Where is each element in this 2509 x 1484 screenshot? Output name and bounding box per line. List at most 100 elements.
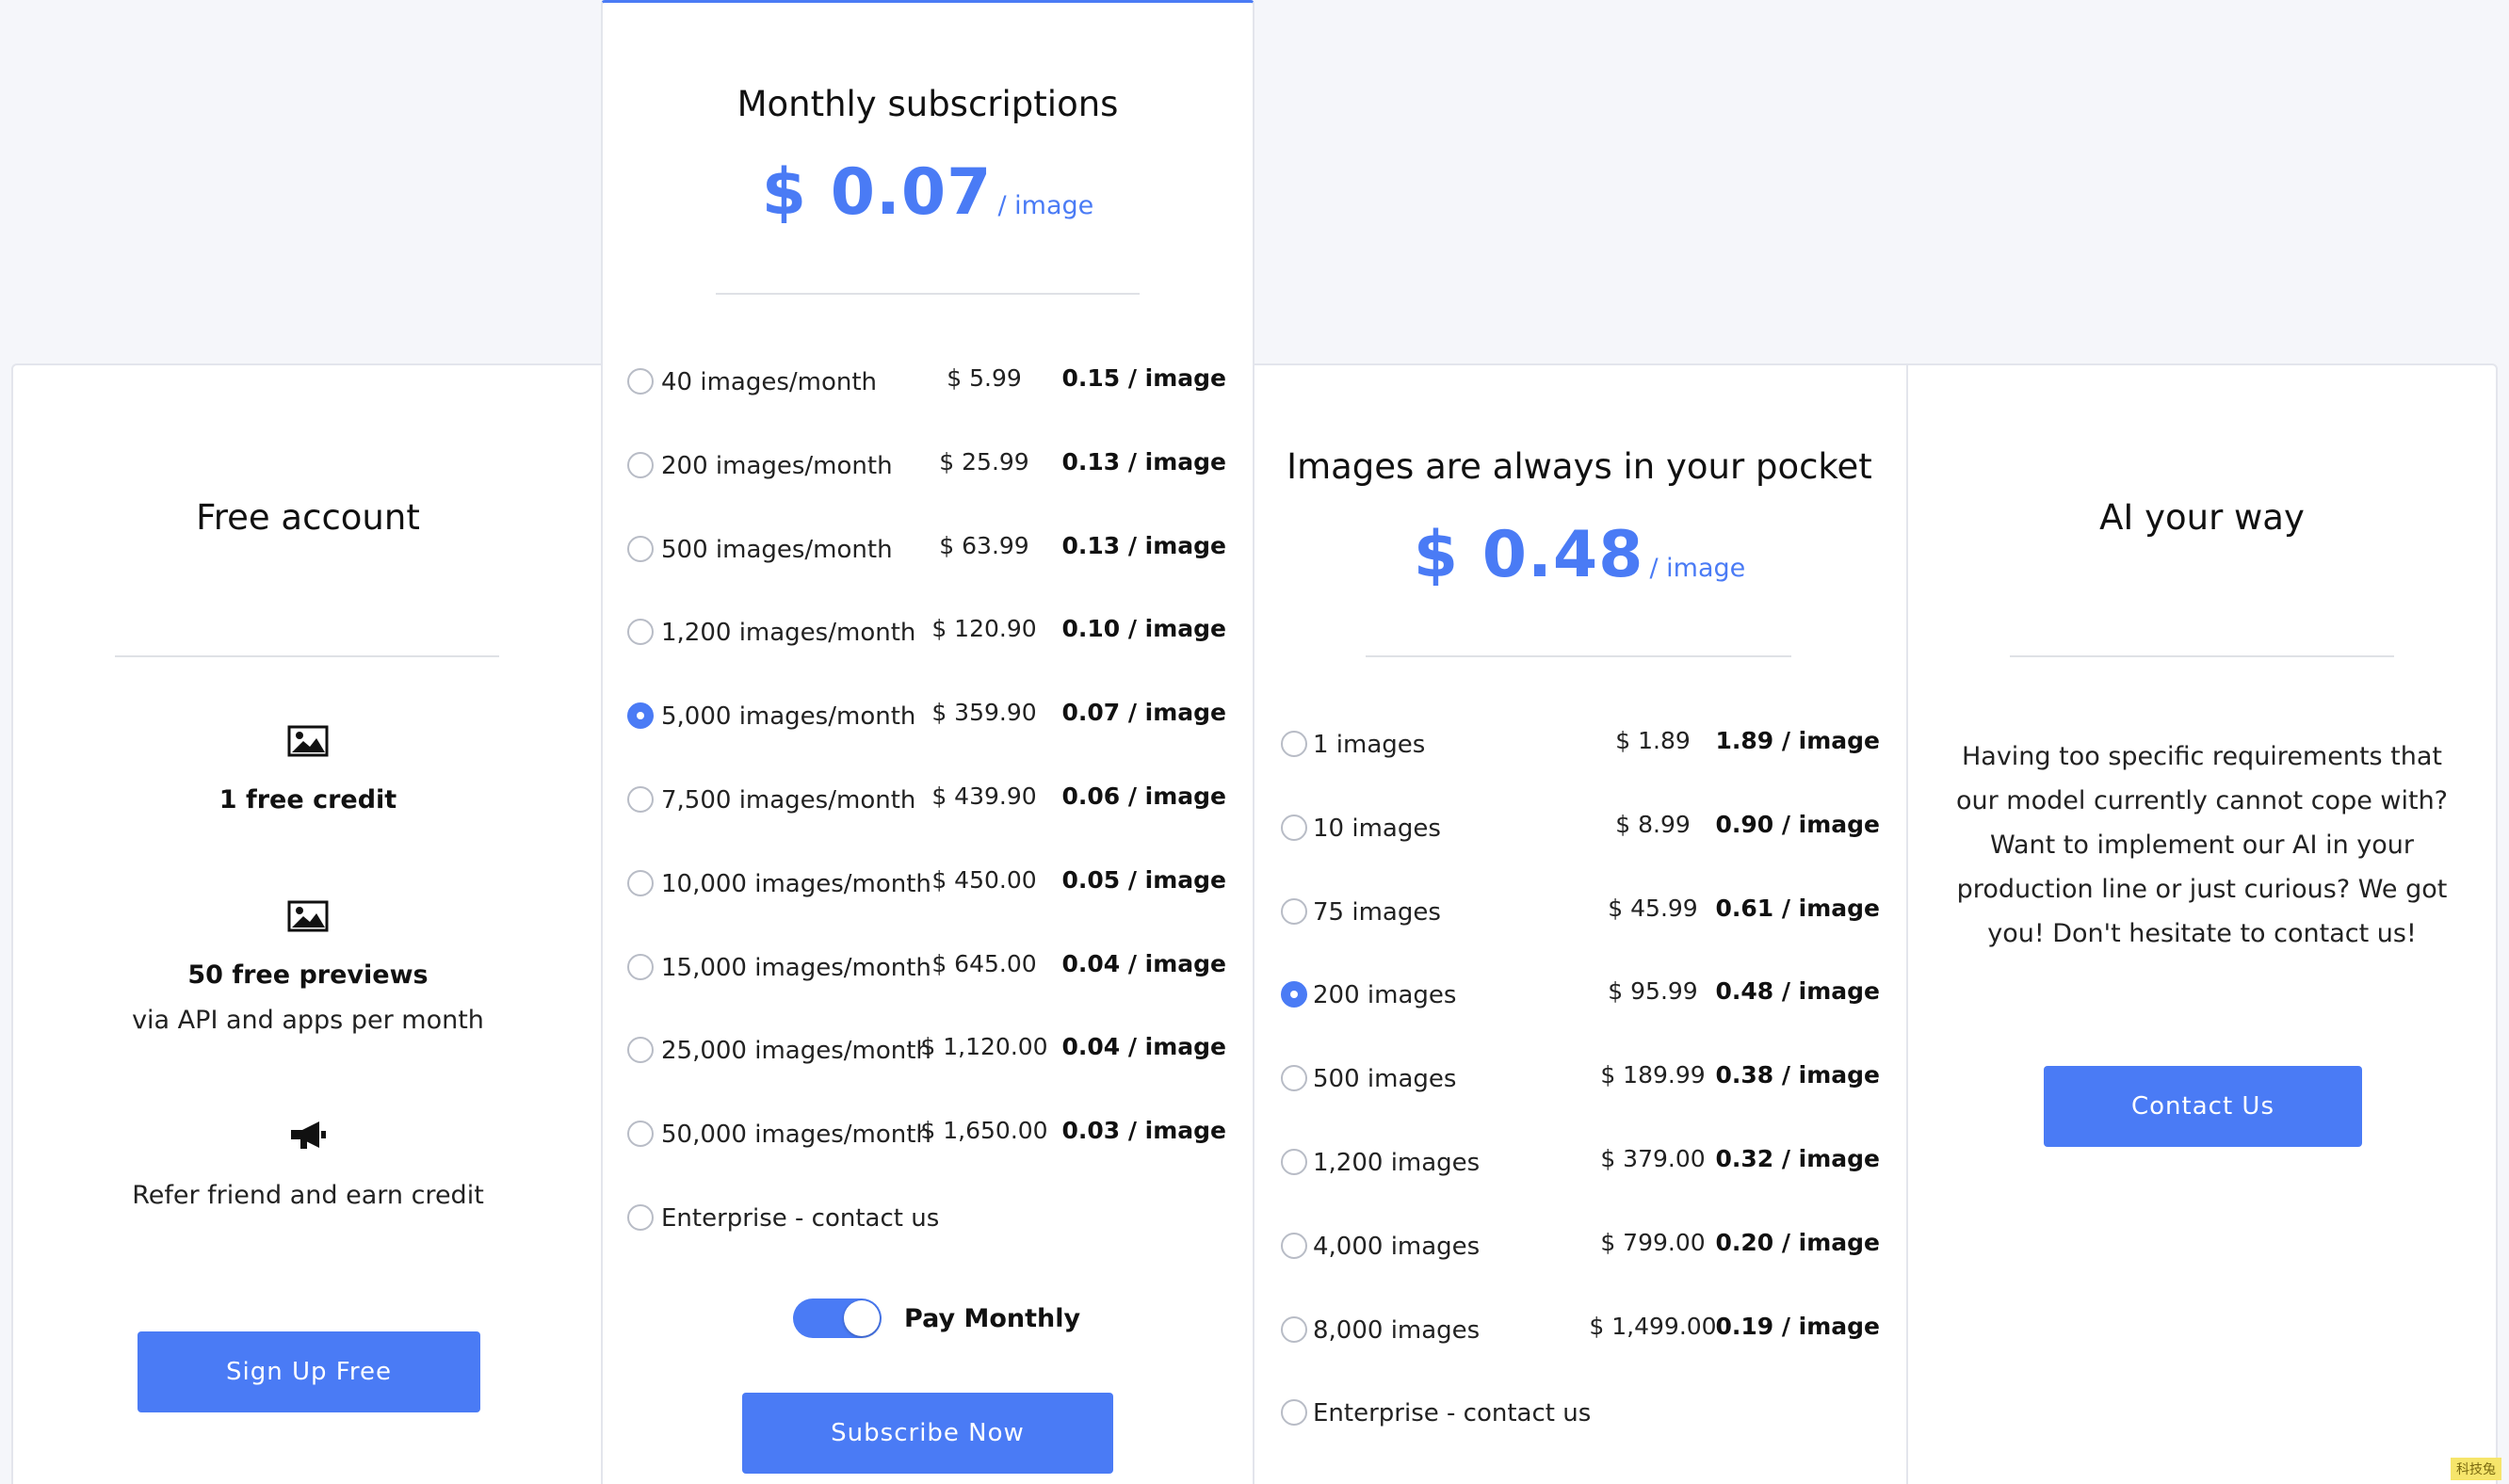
plan-per-image: 0.90 / image (1715, 810, 1880, 838)
plan-label: 50,000 images/month (661, 1121, 931, 1150)
payg-divider (1366, 655, 1791, 657)
plan-label: 10,000 images/month (661, 869, 931, 898)
plan-per-image: 0.06 / image (1061, 782, 1226, 810)
plan-label: Enterprise - contact us (1313, 1399, 1592, 1428)
subscribe-now-button[interactable]: Subscribe Now (742, 1393, 1113, 1474)
plan-radio[interactable] (627, 869, 654, 896)
free-account-card: Free account 1 free credit 50 free previ… (11, 363, 603, 1484)
plan-label: 200 images/month (661, 451, 893, 480)
plan-label: 25,000 images/month (661, 1037, 931, 1066)
plan-label: 10 images (1313, 814, 1441, 843)
plan-per-image: 0.20 / image (1715, 1228, 1880, 1256)
plan-price: $ 63.99 (939, 531, 1029, 559)
plan-option-row[interactable]: 1,200 images $ 379.00 0.32 / image (1253, 1145, 1906, 1205)
plan-option-row[interactable]: 500 images/month $ 63.99 0.13 / image (603, 532, 1253, 592)
plan-price: $ 95.99 (1608, 977, 1698, 1006)
plan-per-image: 0.03 / image (1061, 1117, 1226, 1145)
plan-price: $ 1,499.00 (1589, 1312, 1717, 1340)
plan-label: 75 images (1313, 897, 1441, 927)
plan-per-image: 1.89 / image (1715, 727, 1880, 754)
free-credit-text: 1 free credit (219, 785, 397, 815)
plan-radio[interactable] (1281, 1232, 1307, 1259)
image-icon (287, 725, 329, 757)
plan-option-row[interactable]: 8,000 images $ 1,499.00 0.19 / image (1253, 1312, 1906, 1373)
plan-per-image: 0.61 / image (1715, 894, 1880, 922)
ai-title: AI your way (2099, 497, 2305, 538)
ai-divider (2010, 655, 2394, 657)
plan-option-row[interactable]: Enterprise - contact us (603, 1204, 1253, 1261)
payg-price: $ 0.48/ image (1253, 518, 1906, 592)
plan-option-row[interactable]: 500 images $ 189.99 0.38 / image (1253, 1061, 1906, 1121)
sign-up-free-button[interactable]: Sign Up Free (138, 1331, 480, 1412)
contact-us-button[interactable]: Contact Us (2044, 1066, 2362, 1147)
plan-per-image: 0.10 / image (1061, 615, 1226, 643)
plan-option-row[interactable]: 10,000 images/month $ 450.00 0.05 / image (603, 866, 1253, 927)
plan-per-image: 0.07 / image (1061, 699, 1226, 727)
image-icon (287, 900, 329, 932)
pay-monthly-toggle[interactable] (793, 1298, 882, 1338)
payg-price-value: $ 0.48 (1413, 518, 1644, 592)
plan-radio[interactable] (627, 619, 654, 646)
plan-per-image: 0.13 / image (1061, 447, 1226, 476)
plan-radio[interactable] (1281, 1315, 1307, 1343)
plan-radio[interactable] (627, 1204, 654, 1231)
plan-radio[interactable] (1281, 814, 1307, 841)
plan-price: $ 1.89 (1615, 727, 1691, 754)
plan-price: $ 450.00 (931, 865, 1037, 894)
plan-radio[interactable] (627, 368, 654, 395)
plan-label: 1,200 images (1313, 1149, 1481, 1177)
plan-per-image: 0.38 / image (1715, 1061, 1880, 1089)
monthly-price-unit: / image (997, 191, 1094, 220)
plan-price: $ 25.99 (939, 447, 1029, 476)
plan-label: 1,200 images/month (661, 619, 916, 648)
monthly-subscriptions-card: Monthly subscriptions $ 0.07/ image 40 i… (601, 0, 1254, 1484)
plan-label: 1 images (1313, 731, 1426, 759)
plan-label: 4,000 images (1313, 1232, 1481, 1261)
plan-option-row[interactable]: 4,000 images $ 799.00 0.20 / image (1253, 1229, 1906, 1289)
plan-price: $ 379.00 (1600, 1145, 1706, 1172)
plan-option-row[interactable]: 75 images $ 45.99 0.61 / image (1253, 894, 1906, 955)
plan-option-row[interactable]: 1 images $ 1.89 1.89 / image (1253, 727, 1906, 787)
plan-price: $ 1,650.00 (920, 1117, 1048, 1145)
megaphone-icon (291, 1121, 326, 1149)
plan-radio[interactable] (1281, 981, 1307, 1008)
plan-option-row[interactable]: 15,000 images/month $ 645.00 0.04 / image (603, 950, 1253, 1010)
plan-radio[interactable] (627, 535, 654, 562)
plan-label: 5,000 images/month (661, 702, 916, 732)
plan-option-row[interactable]: 25,000 images/month $ 1,120.00 0.04 / imag… (603, 1033, 1253, 1093)
plan-radio[interactable] (1281, 1065, 1307, 1092)
plan-radio[interactable] (1281, 897, 1307, 925)
plan-radio[interactable] (1281, 1399, 1307, 1427)
plan-option-row[interactable]: 5,000 images/month $ 359.90 0.07 / image (603, 699, 1253, 759)
free-account-title: Free account (196, 497, 420, 538)
plan-option-row[interactable]: 1,200 images/month $ 120.90 0.10 / image (603, 615, 1253, 675)
plan-per-image: 0.19 / image (1715, 1312, 1880, 1340)
plan-price: $ 1,120.00 (920, 1033, 1048, 1061)
plan-option-row[interactable]: 40 images/month $ 5.99 0.15 / image (603, 364, 1253, 425)
plan-radio[interactable] (627, 1121, 654, 1148)
plan-price: $ 45.99 (1608, 894, 1698, 922)
plan-option-row[interactable]: 7,500 images/month $ 439.90 0.06 / image (603, 782, 1253, 843)
plan-label: 8,000 images (1313, 1315, 1481, 1345)
plan-radio[interactable] (1281, 731, 1307, 757)
plan-price: $ 5.99 (947, 364, 1022, 392)
plan-option-row[interactable]: 10 images $ 8.99 0.90 / image (1253, 811, 1906, 871)
plan-option-row[interactable]: 200 images $ 95.99 0.48 / image (1253, 977, 1906, 1038)
plan-per-image: 0.04 / image (1061, 949, 1226, 977)
plan-radio[interactable] (627, 702, 654, 730)
plan-price: $ 439.90 (931, 782, 1037, 810)
plan-radio[interactable] (627, 786, 654, 813)
plan-option-row[interactable]: 50,000 images/month $ 1,650.00 0.03 / imag… (603, 1117, 1253, 1177)
plan-radio[interactable] (627, 1037, 654, 1064)
plan-option-row[interactable]: Enterprise - contact us (1253, 1399, 1906, 1456)
plan-radio[interactable] (627, 451, 654, 478)
payg-price-unit: / image (1649, 554, 1746, 583)
plan-label: 200 images (1313, 981, 1457, 1010)
monthly-divider (716, 293, 1140, 295)
plan-price: $ 645.00 (931, 949, 1037, 977)
plan-per-image: 0.15 / image (1061, 364, 1226, 392)
plan-label: 7,500 images/month (661, 786, 916, 815)
plan-radio[interactable] (627, 953, 654, 980)
plan-radio[interactable] (1281, 1149, 1307, 1175)
plan-option-row[interactable]: 200 images/month $ 25.99 0.13 / image (603, 448, 1253, 508)
